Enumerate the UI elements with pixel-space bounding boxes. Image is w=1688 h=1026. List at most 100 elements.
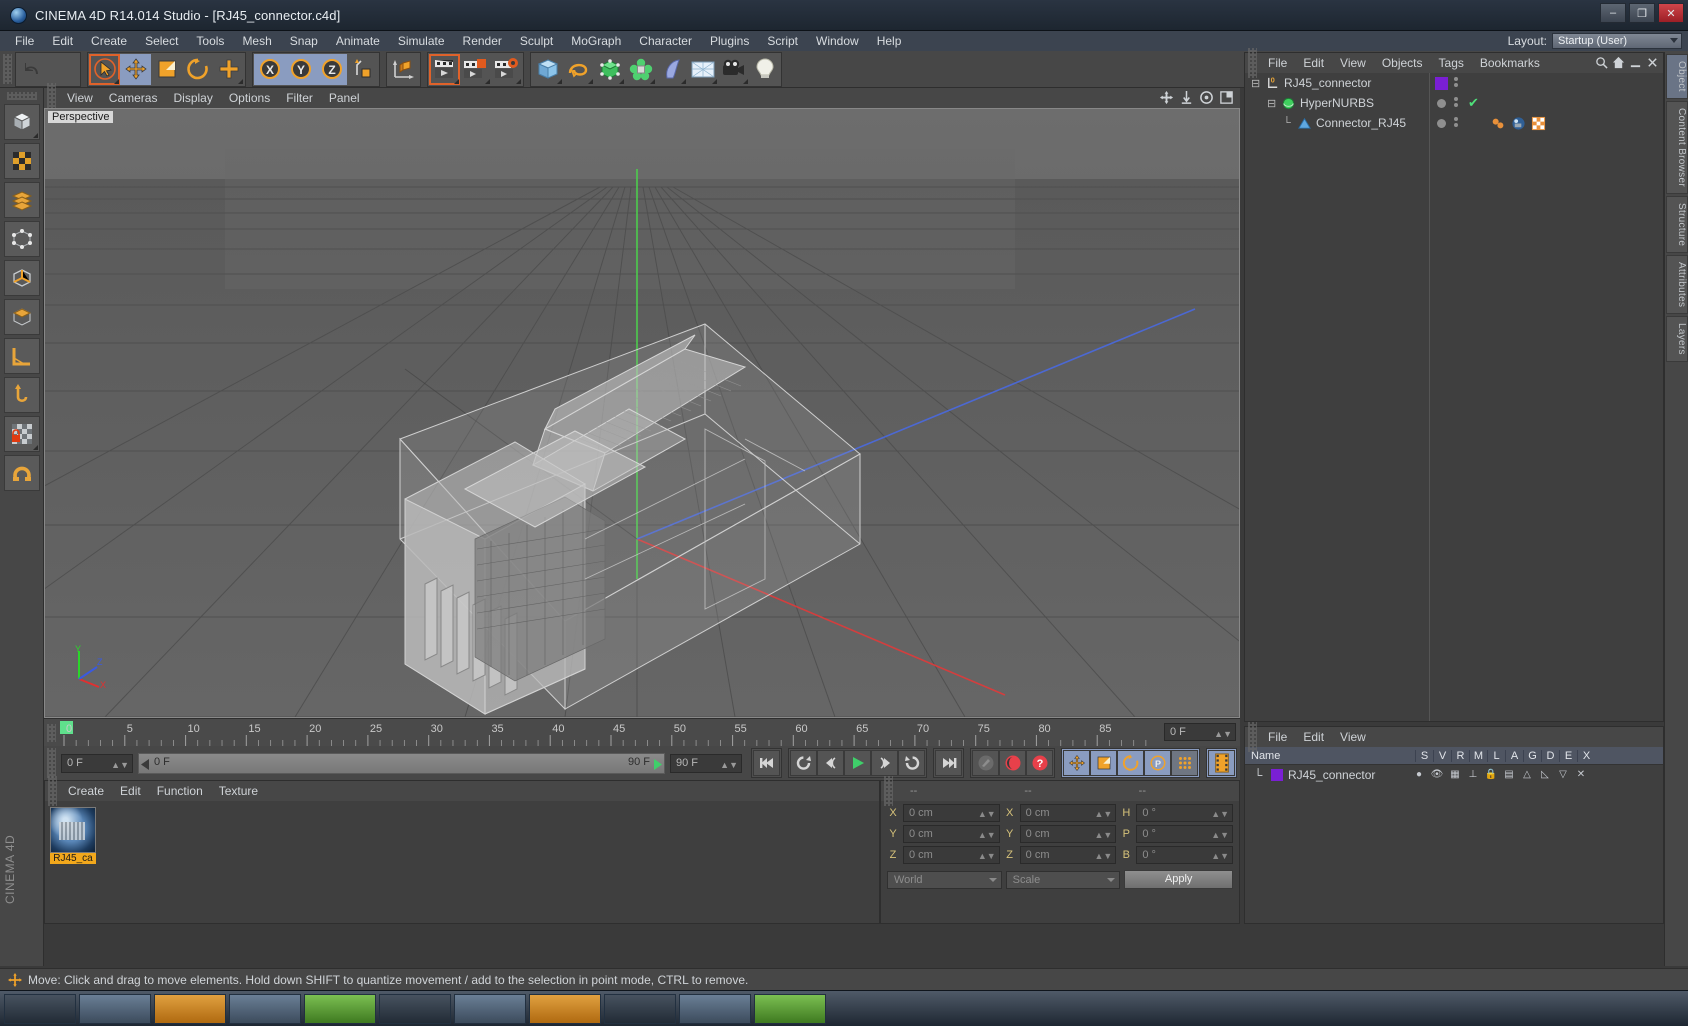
add-spline-button[interactable] (563, 53, 594, 85)
workplane-mode[interactable] (3, 338, 40, 374)
layer-menu-view[interactable]: View (1332, 727, 1374, 747)
next-frame-button[interactable] (871, 750, 898, 776)
minimize-button[interactable]: – (1600, 3, 1626, 23)
viewport-menu-panel[interactable]: Panel (321, 88, 368, 108)
dock-tab-object[interactable]: Object (1666, 54, 1688, 99)
object-menu-edit[interactable]: Edit (1295, 53, 1332, 73)
material-tag-icon[interactable] (1511, 116, 1526, 131)
maximize-button[interactable]: ❐ (1629, 3, 1655, 23)
timeline-ruler[interactable]: 051015202530354045505560657075808590 0 F… (44, 718, 1240, 746)
points-mode[interactable] (3, 221, 40, 257)
coord-position-field[interactable]: 0 cm ▲▼ (903, 845, 1000, 864)
layer-header-a[interactable]: A (1505, 749, 1523, 762)
object-visibility-dot[interactable] (1437, 98, 1446, 108)
object-visibility-dot[interactable] (1437, 118, 1446, 128)
search-icon[interactable] (1595, 56, 1608, 69)
render-view-button[interactable] (429, 53, 460, 85)
menu-item-select[interactable]: Select (136, 31, 187, 51)
x-axis-lock[interactable]: X (254, 53, 285, 85)
timeline-range-bar[interactable]: 0 F 90 F (138, 752, 665, 774)
z-axis-lock[interactable]: Z (316, 53, 347, 85)
object-axis-button[interactable] (388, 53, 419, 85)
layer-grip[interactable] (1248, 722, 1257, 752)
object-tag-row[interactable] (1431, 113, 1663, 133)
object-row[interactable]: ⊟ HyperNURBS (1245, 93, 1429, 113)
object-color-swatch[interactable] (1435, 76, 1448, 90)
menu-item-animate[interactable]: Animate (327, 31, 389, 51)
layer-menu-edit[interactable]: Edit (1295, 727, 1332, 747)
object-menu-view[interactable]: View (1332, 53, 1374, 73)
layer-header-d[interactable]: D (1541, 749, 1559, 762)
autokeying-button[interactable] (999, 750, 1026, 776)
coord-rotation-field[interactable]: 0 ° ▲▼ (1136, 824, 1234, 843)
texture-mode[interactable] (3, 143, 40, 179)
add-cube-button[interactable] (532, 53, 563, 85)
object-enabled-check[interactable]: ✔ (1468, 95, 1479, 111)
move-view-icon[interactable] (1159, 90, 1174, 105)
keyframe-selection-button[interactable]: ? (1026, 750, 1053, 776)
left-palette-grip[interactable] (6, 92, 37, 100)
object-tag-row[interactable] (1431, 73, 1663, 93)
undo-button[interactable] (17, 53, 48, 85)
menu-item-sculpt[interactable]: Sculpt (511, 31, 562, 51)
snap-mode[interactable] (3, 455, 40, 491)
play-backwards-button[interactable] (790, 750, 817, 776)
object-row[interactable]: ⊟ 0 RJ45_connector (1245, 73, 1429, 93)
object-menu-file[interactable]: File (1260, 53, 1295, 73)
stepper-icon[interactable]: ▲▼ (1211, 806, 1229, 822)
go-to-end-button[interactable] (935, 750, 962, 776)
y-axis-lock[interactable]: Y (285, 53, 316, 85)
deformer-toggle[interactable]: ◺ (1536, 769, 1554, 780)
stepper-icon[interactable]: ▲▼ (1211, 848, 1229, 864)
object-menu-bookmarks[interactable]: Bookmarks (1472, 53, 1548, 73)
coord-size-field[interactable]: 0 cm ▲▼ (1019, 845, 1117, 864)
scale-key-toggle[interactable] (1090, 750, 1117, 776)
phong-tag-icon[interactable] (1491, 116, 1506, 131)
move-tool[interactable] (120, 53, 151, 85)
lock-axis-mode[interactable] (3, 416, 40, 452)
viewport-menu-cameras[interactable]: Cameras (101, 88, 166, 108)
expand-collapse-toggle[interactable]: ⊟ (1251, 77, 1265, 90)
close-panel-icon[interactable] (1646, 56, 1659, 69)
end-frame-input[interactable]: 90 F ▲▼ (670, 753, 742, 773)
menu-item-mograph[interactable]: MoGraph (562, 31, 630, 51)
material-item[interactable]: RJ45_ca (50, 807, 96, 864)
render-settings[interactable] (491, 53, 522, 85)
add-light-button[interactable] (749, 53, 780, 85)
object-row[interactable]: └ Connector_RJ45 (1245, 113, 1429, 133)
object-menu-objects[interactable]: Objects (1374, 53, 1431, 73)
dock-tab-layers[interactable]: Layers (1666, 316, 1688, 363)
rotate-tool[interactable] (182, 53, 213, 85)
range-start-handle[interactable] (141, 758, 151, 770)
dock-tab-attributes[interactable]: Attributes (1666, 254, 1688, 315)
render-to-picture-viewer[interactable] (460, 53, 491, 85)
uvw-tag-icon[interactable] (1531, 116, 1546, 131)
expression-toggle[interactable]: ▽ (1554, 769, 1572, 780)
timeline-strip-button[interactable] (1208, 750, 1235, 776)
viewport-menu-display[interactable]: Display (165, 88, 220, 108)
coord-position-field[interactable]: 0 cm ▲▼ (903, 803, 1000, 822)
point-level-anim-toggle[interactable] (1171, 750, 1198, 776)
redo-button[interactable] (48, 53, 79, 85)
viewport-menu-options[interactable]: Options (221, 88, 278, 108)
object-tree[interactable]: ⊟ 0 RJ45_connector ⊟ HyperNURBS └ Connector_RJ… (1245, 73, 1430, 721)
xpresso-toggle[interactable]: ✕ (1572, 769, 1590, 780)
layer-header-l[interactable]: L (1487, 749, 1505, 762)
menu-item-mesh[interactable]: Mesh (233, 31, 280, 51)
taskbar-item[interactable] (604, 993, 676, 1024)
solo-toggle[interactable]: ● (1410, 769, 1428, 780)
object-visibility-dots[interactable] (1453, 94, 1459, 113)
menu-item-script[interactable]: Script (758, 31, 807, 51)
material-menu-edit[interactable]: Edit (112, 781, 149, 801)
animation-toggle[interactable]: ▤ (1500, 769, 1518, 780)
menu-item-file[interactable]: File (6, 31, 43, 51)
minimize-panel-icon[interactable] (1629, 56, 1642, 69)
current-frame-input[interactable]: 0 F ▲▼ (61, 753, 133, 773)
object-menu-tags[interactable]: Tags (1431, 53, 1472, 73)
expand-collapse-toggle[interactable]: ⊟ (1267, 97, 1281, 110)
menu-item-plugins[interactable]: Plugins (701, 31, 758, 51)
render-toggle[interactable]: ▦ (1446, 769, 1464, 780)
coordinate-mode-dropdown[interactable]: Scale (1005, 870, 1121, 889)
play-forwards-loop-button[interactable] (898, 750, 925, 776)
coordinates-grip[interactable] (884, 776, 893, 806)
